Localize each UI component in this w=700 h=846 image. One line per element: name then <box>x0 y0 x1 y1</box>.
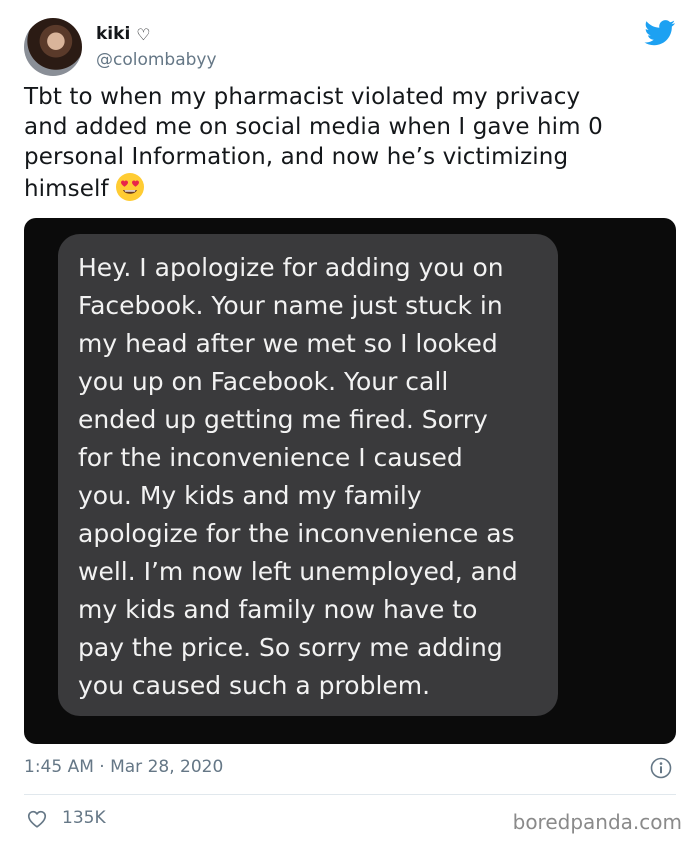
author-handle[interactable]: @colombabyy <box>96 50 217 70</box>
message-line: you caused such a problem. <box>78 671 431 700</box>
heart-eyes-emoji-icon <box>115 173 144 201</box>
heart-icon[interactable] <box>26 808 48 830</box>
tweet-timestamp[interactable]: 1:45 AM · Mar 28, 2020 <box>24 757 223 777</box>
message-line: apologize for the inconvenience as <box>78 519 515 548</box>
display-name[interactable]: kiki <box>96 24 130 44</box>
like-count[interactable]: 135K <box>62 808 106 828</box>
tweet-line: Tbt to when my pharmacist violated my pr… <box>24 84 581 110</box>
message-line: pay the price. So sorry me adding <box>78 633 503 662</box>
message-line: Facebook. Your name just stuck in <box>78 291 503 320</box>
message-line: for the inconvenience I caused <box>78 443 463 472</box>
message-line: my kids and family now have to <box>78 595 478 624</box>
message-line: my head after we met so I looked <box>78 329 498 358</box>
name-heart-badge: ♡ <box>136 24 151 44</box>
message-line: you up on Facebook. Your call <box>78 367 449 396</box>
info-icon[interactable] <box>650 757 672 779</box>
tweet-line: himself <box>24 172 684 204</box>
tweet-line: personal Information, and now he’s victi… <box>24 144 569 170</box>
twitter-bird-icon[interactable] <box>644 20 676 46</box>
message-line: well. I’m now left unemployed, and <box>78 557 518 586</box>
message-screenshot[interactable]: Hey. I apologize for adding you on Faceb… <box>24 218 676 744</box>
divider <box>24 794 676 795</box>
tweet-line-text: himself <box>24 176 109 202</box>
tweet-text: Tbt to when my pharmacist violated my pr… <box>24 82 684 204</box>
tweet-line: and added me on social media when I gave… <box>24 114 603 140</box>
message-line: Hey. I apologize for adding you on <box>78 253 504 282</box>
avatar[interactable] <box>24 18 82 76</box>
author-name-row[interactable]: kiki ♡ <box>96 24 151 44</box>
message-line: you. My kids and my family <box>78 481 422 510</box>
tweet-card: kiki ♡ @colombabyy Tbt to when my pharma… <box>0 0 700 846</box>
message-line: ended up getting me fired. Sorry <box>78 405 488 434</box>
watermark: boredpanda.com <box>512 810 682 834</box>
